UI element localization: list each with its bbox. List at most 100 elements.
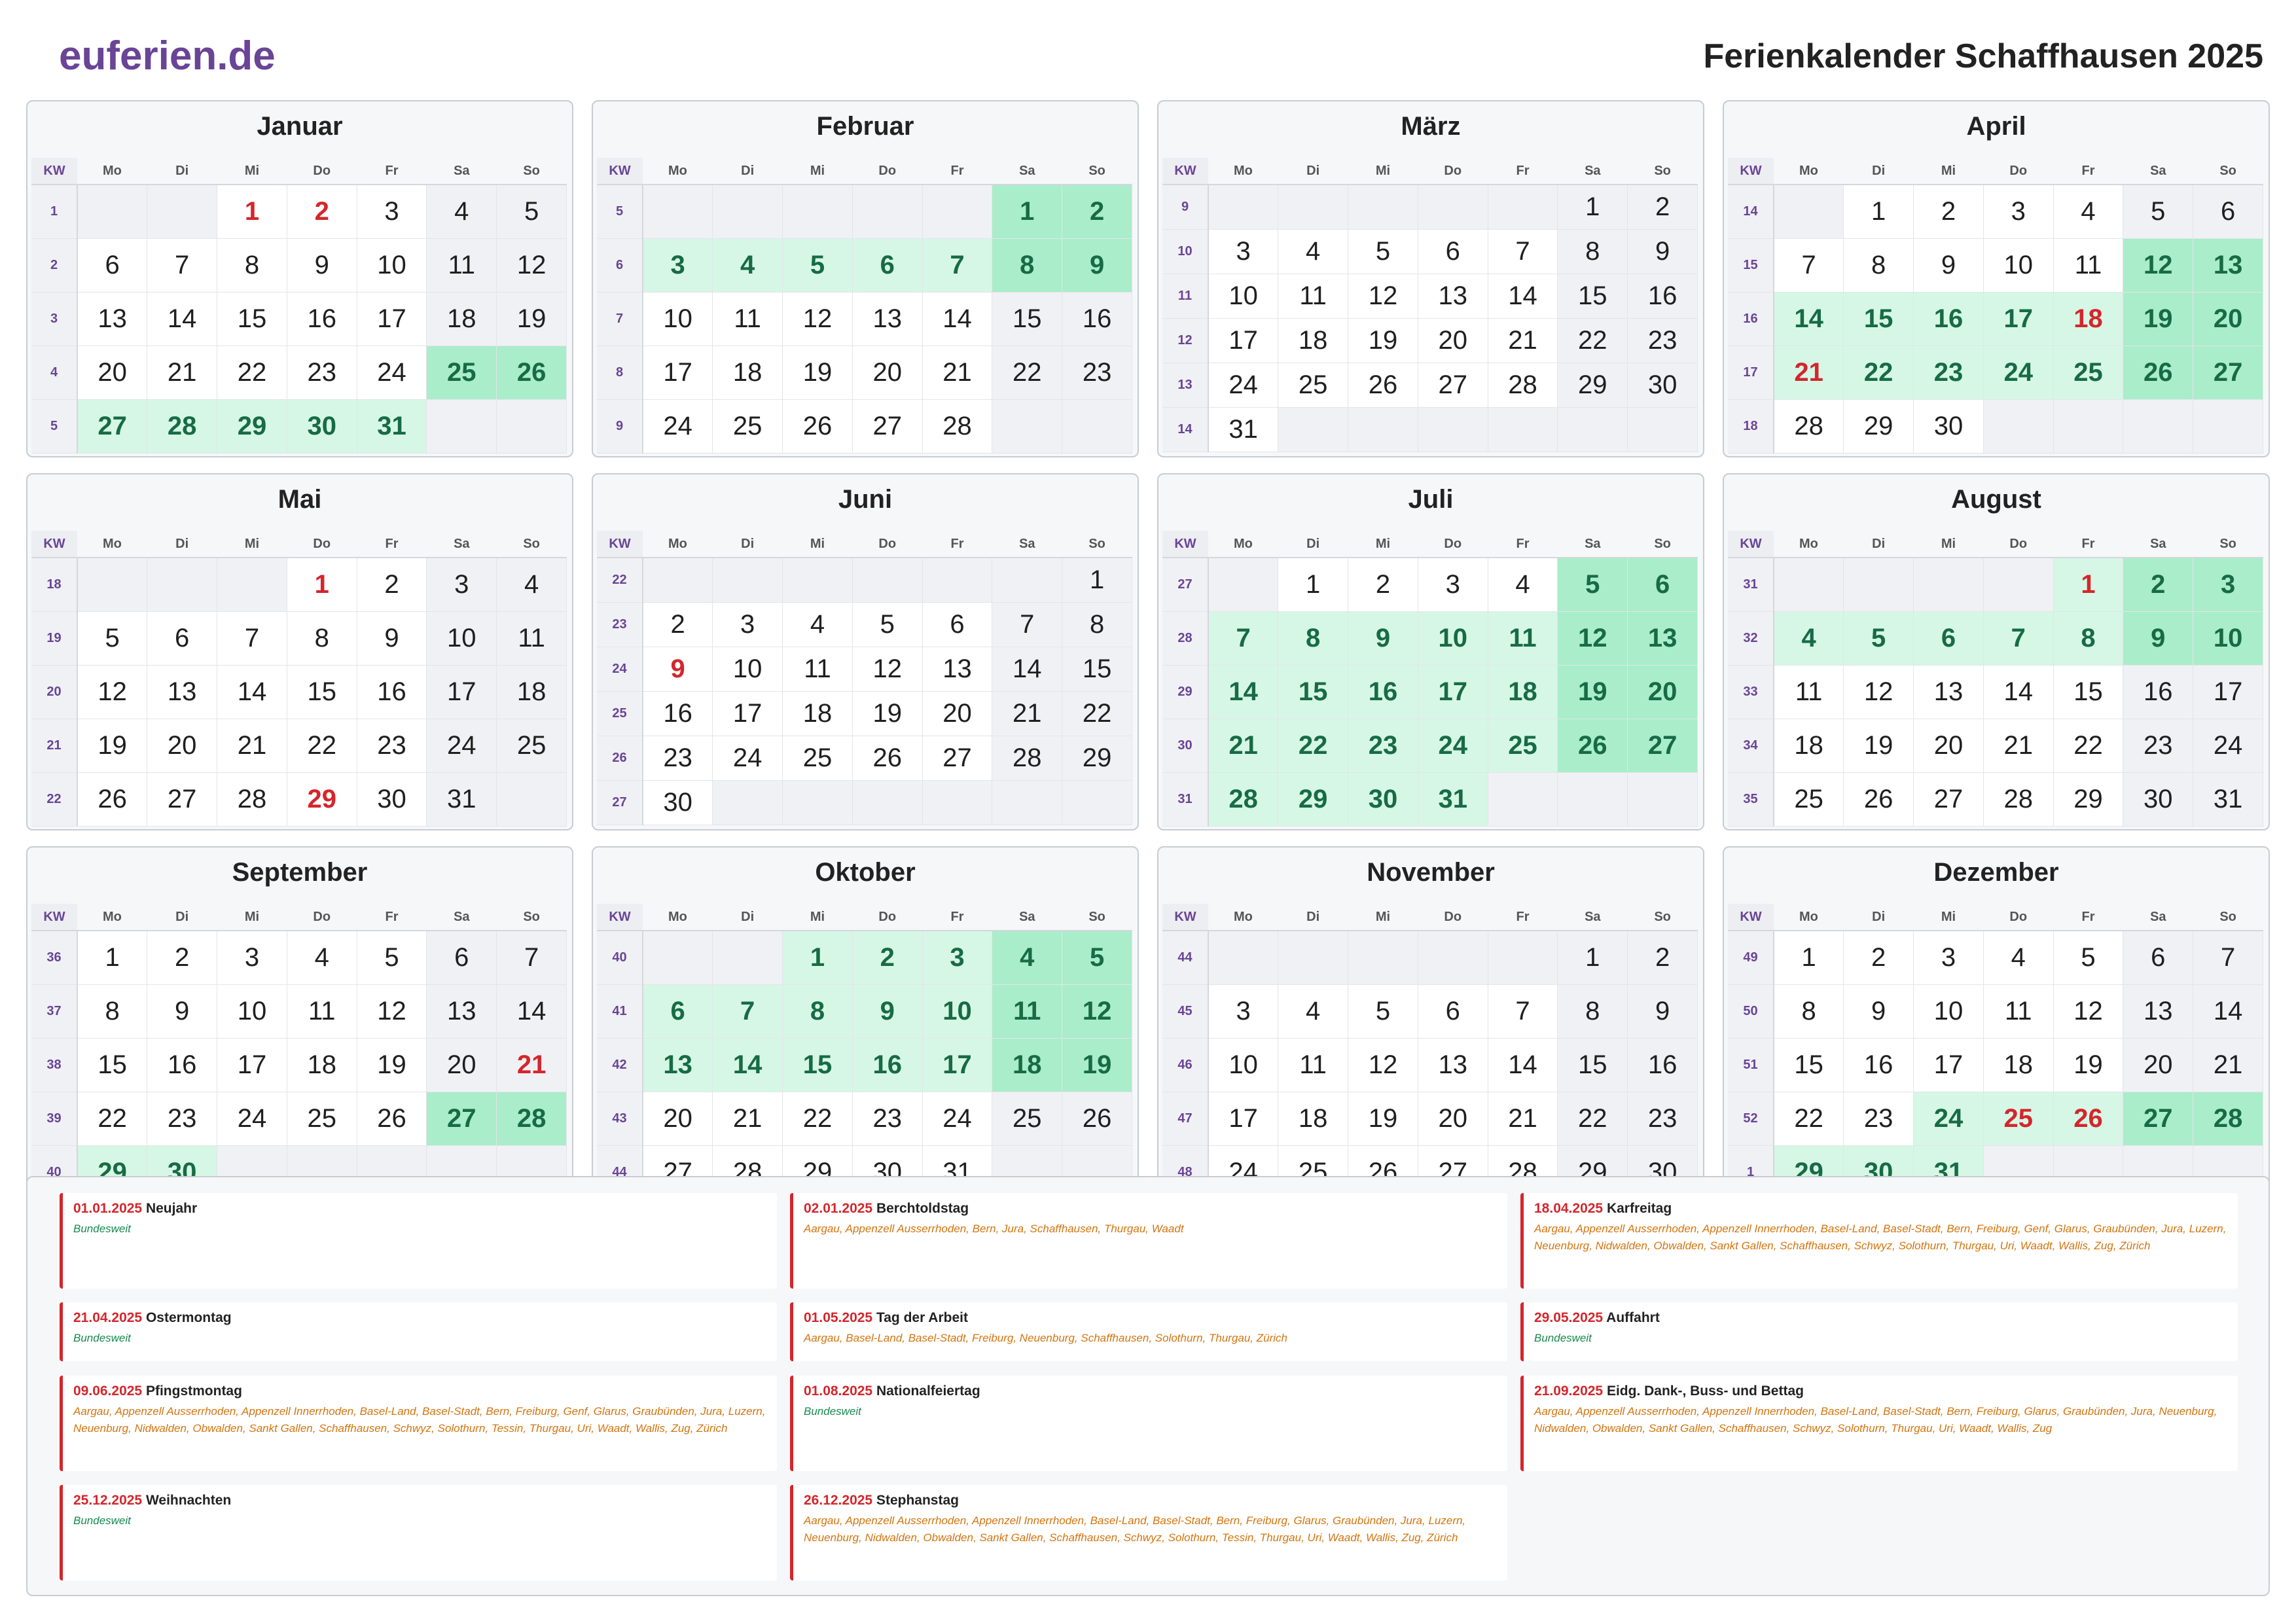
day-cell: 11 (426, 238, 497, 293)
weekday-header: So (1062, 904, 1132, 931)
week-number: 23 (597, 602, 643, 647)
week-row: 26 23 24 25 26 27 28 29 (597, 736, 1132, 781)
week-number: 25 (597, 691, 643, 736)
empty-day-cell (782, 185, 853, 239)
day-cell: 1 (1774, 931, 1844, 985)
weekday-header: Mi (1913, 904, 1984, 931)
weekday-header: So (496, 531, 567, 558)
empty-day-cell (1488, 185, 1558, 230)
day-cell: 8 (1843, 238, 1914, 293)
brand-logo[interactable]: euferien.de (59, 33, 276, 79)
week-row: 5 12 (597, 185, 1132, 239)
day-cell: 25 (2053, 346, 2124, 400)
day-cell: 23 (1627, 318, 1698, 363)
day-cell: 30 (2123, 772, 2194, 827)
kw-header: KW (1728, 158, 1774, 185)
day-cell: 16 (287, 292, 357, 346)
day-cell: 22 (782, 1092, 853, 1146)
kw-header: KW (597, 904, 643, 931)
day-cell: 21 (922, 346, 993, 400)
week-row: 21 19 20 21 22 23 24 25 (31, 719, 567, 773)
weekday-header: Mi (1913, 158, 1984, 185)
week-row: 23 2 3 4 5 6 7 8 (597, 602, 1132, 647)
empty-day-cell (1557, 772, 1628, 827)
day-cell: 11 (992, 984, 1063, 1039)
day-cell: 13 (2193, 238, 2263, 293)
week-row: 34 18 19 20 21 22 23 24 (1728, 719, 2263, 773)
week-row: 14 31 (1162, 407, 1698, 452)
day-cell: 27 (2123, 1092, 2194, 1146)
day-cell: 5 (77, 611, 148, 666)
day-cell: 12 (2123, 238, 2194, 293)
weekday-header: So (1627, 904, 1698, 931)
day-cell: 7 (992, 602, 1063, 647)
week-number: 32 (1728, 611, 1774, 666)
week-number: 28 (1162, 611, 1209, 666)
empty-day-cell (1062, 399, 1132, 454)
day-cell: 21 (1774, 346, 1844, 400)
day-cell: 25 (1278, 363, 1349, 408)
day-cell: 23 (1913, 346, 1984, 400)
day-cell: 31 (2193, 772, 2263, 827)
empty-day-cell (712, 931, 783, 985)
weekday-header: Mo (1774, 531, 1844, 558)
empty-day-cell (1983, 399, 2054, 454)
day-cell: 27 (922, 736, 993, 781)
day-cell: 17 (1983, 292, 2054, 346)
empty-day-cell (1278, 407, 1349, 452)
holiday-date: 29.05.2025 (1534, 1310, 1604, 1325)
week-number: 22 (31, 772, 78, 827)
week-number: 42 (597, 1038, 643, 1092)
week-number: 1 (31, 185, 78, 239)
month-table: KW Mo Di Mi Do Fr Sa So 18 1 2 3 4 19 5 6 7 8 9 10 11 20 12 13 1… (31, 531, 567, 827)
week-row: 15 7 8 9 10 11 12 13 (1728, 238, 2263, 293)
weekday-header: Mo (77, 531, 147, 558)
week-row: 3 13 14 15 16 17 18 19 (31, 292, 567, 346)
weekday-header: Di (712, 531, 783, 558)
day-cell: 17 (2193, 665, 2263, 719)
day-cell: 3 (712, 602, 783, 647)
day-cell: 25 (287, 1092, 357, 1146)
week-row: 30 21 22 23 24 25 26 27 (1162, 719, 1698, 773)
weekday-header: Sa (426, 531, 497, 558)
weekday-header: Fr (357, 904, 427, 931)
week-row: 9 12 (1162, 185, 1698, 230)
month-table: KW Mo Di Mi Do Fr Sa So 40 1 2 3 4 5 41 6 7 8 9 10 11 12 42 13 1… (597, 904, 1132, 1200)
week-row: 22 26 27 28 29 30 31 (31, 772, 567, 827)
month-april: April KW Mo Di Mi Do Fr Sa So 14 1 2 3 4 5 6 15 7 8 9 10 11 12… (1723, 100, 2270, 457)
day-cell: 21 (2193, 1038, 2263, 1092)
week-row: 17 21 22 23 24 25 26 27 (1728, 346, 2263, 400)
empty-day-cell (2193, 399, 2263, 454)
week-number: 2 (31, 238, 78, 293)
day-cell: 17 (1208, 318, 1279, 363)
week-row: 31 28 29 30 31 (1162, 772, 1698, 827)
month-table: KW Mo Di Mi Do Fr Sa So 44 1 2 45 3 4 5 6 7 8 9 46 10 11 12 13 1… (1162, 904, 1698, 1200)
day-cell: 26 (1062, 1092, 1132, 1146)
day-cell: 5 (2123, 185, 2194, 239)
weekday-header: Do (852, 904, 923, 931)
holiday-entry: 21.04.2025 Ostermontag Bundesweit (60, 1302, 777, 1361)
holiday-entry: 26.12.2025 Stephanstag Aargau, Appenzell … (790, 1485, 1507, 1580)
holiday-title: 02.01.2025 Berchtoldstag (804, 1201, 1497, 1217)
day-cell: 23 (1843, 1092, 1914, 1146)
day-cell: 15 (1062, 647, 1132, 692)
day-cell: 13 (1418, 1038, 1488, 1092)
day-cell: 8 (992, 238, 1063, 293)
holiday-title: 21.04.2025 Ostermontag (73, 1310, 766, 1326)
day-cell: 15 (217, 292, 287, 346)
empty-day-cell (147, 558, 218, 612)
month-name: Mai (278, 485, 322, 514)
day-cell: 11 (1488, 611, 1558, 666)
day-cell: 17 (1208, 1092, 1279, 1146)
day-cell: 20 (1418, 318, 1488, 363)
weekday-header: Fr (922, 158, 992, 185)
day-cell: 16 (643, 691, 713, 736)
week-row: 37 8 9 10 11 12 13 14 (31, 984, 567, 1039)
week-row: 2 6 7 8 9 10 11 12 (31, 238, 567, 293)
day-cell: 15 (2053, 665, 2124, 719)
day-cell: 4 (496, 558, 567, 612)
day-cell: 13 (1913, 665, 1984, 719)
kw-header: KW (1162, 158, 1208, 185)
week-row: 40 1 2 3 4 5 (597, 931, 1132, 985)
week-row: 46 10 11 12 13 14 15 16 (1162, 1038, 1698, 1092)
